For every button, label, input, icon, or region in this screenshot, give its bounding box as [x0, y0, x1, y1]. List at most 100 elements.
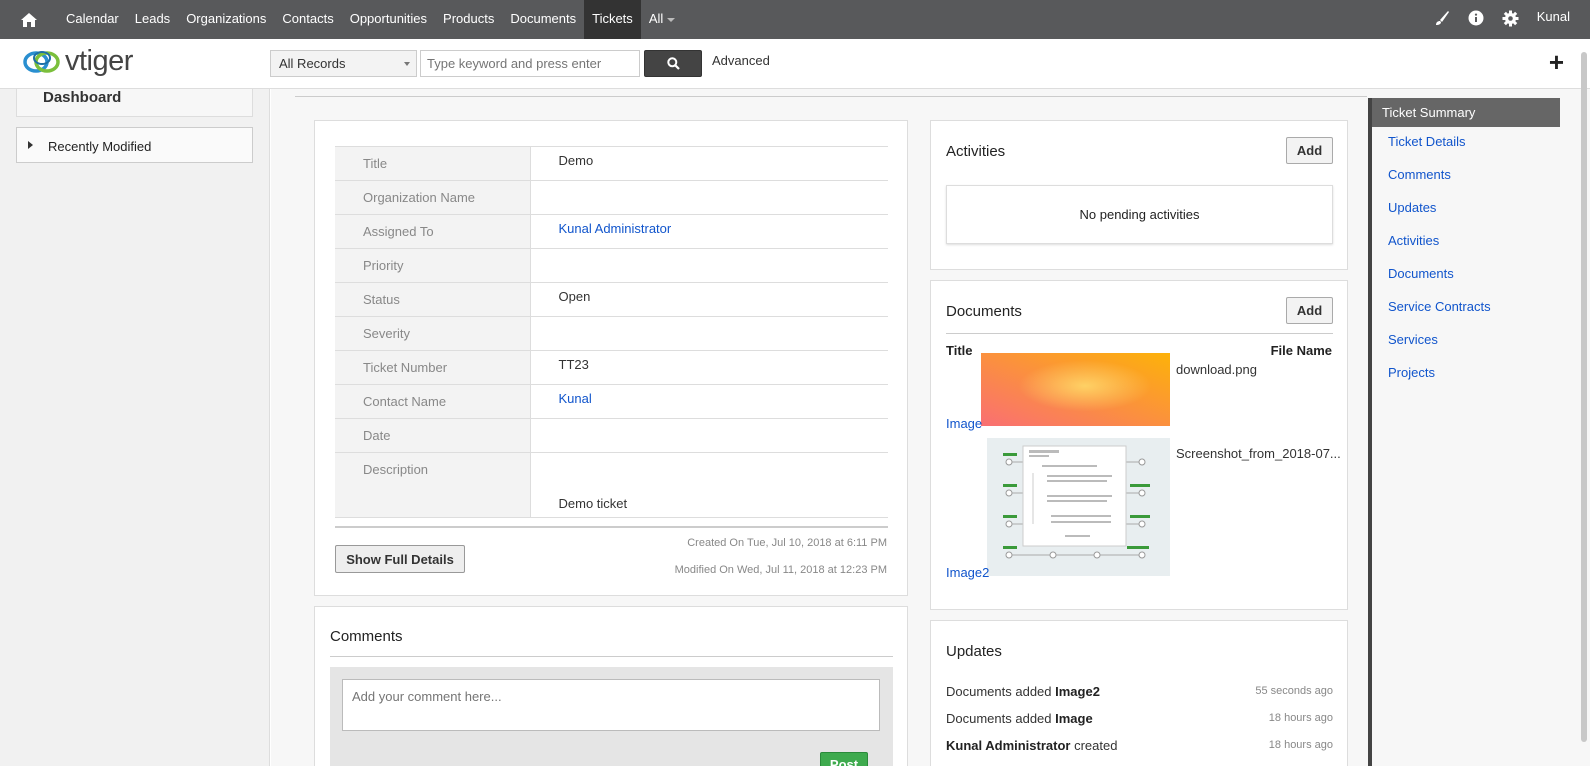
add-document-button[interactable]: Add: [1286, 297, 1333, 324]
search-scope-select[interactable]: All Records: [270, 50, 417, 77]
post-comment-button[interactable]: Post: [820, 752, 868, 766]
nav-contacts[interactable]: Contacts: [274, 0, 341, 39]
top-right-tools: Kunal: [1434, 0, 1570, 39]
field-value: Open: [558, 289, 591, 304]
divider: [295, 96, 1367, 97]
chevron-down-icon: [667, 17, 676, 22]
sidebar-item-service-contracts[interactable]: Service Contracts: [1388, 299, 1491, 314]
comments-card: Comments Post: [314, 606, 908, 766]
quick-create-plus-icon[interactable]: +: [1549, 49, 1564, 75]
chevron-down-icon: [404, 62, 410, 66]
table-row: Organization Name: [335, 180, 888, 215]
update-subject: Image2: [1055, 684, 1100, 699]
field-label: Contact Name: [335, 384, 531, 419]
modified-on-text: Modified On Wed, Jul 11, 2018 at 12:23 P…: [674, 564, 887, 576]
info-icon[interactable]: [1468, 10, 1484, 29]
documents-title: Documents: [946, 303, 1022, 320]
assigned-to-link[interactable]: Kunal Administrator: [559, 221, 672, 236]
update-item: Documents added Image2 55 seconds ago: [946, 684, 1333, 699]
ticket-summary-sidebar: Ticket Summary Ticket Details Comments U…: [1368, 98, 1560, 766]
field-value: [530, 249, 888, 283]
search-input[interactable]: [420, 50, 640, 77]
field-label: Severity: [335, 316, 531, 351]
created-on-text: Created On Tue, Jul 10, 2018 at 6:11 PM: [687, 537, 887, 549]
home-icon[interactable]: [0, 0, 58, 39]
nav-all-label: All: [648, 11, 664, 26]
document-thumbnail-gradient[interactable]: [981, 353, 1170, 426]
nav-leads[interactable]: Leads: [127, 0, 178, 39]
divider: [946, 333, 1333, 334]
column-header-file-name: File Name: [1270, 343, 1332, 358]
table-row: Title Demo: [335, 146, 888, 181]
table-row: Description Demo ticket: [335, 452, 888, 518]
page-scrollbar[interactable]: [1581, 52, 1587, 742]
user-menu[interactable]: Kunal: [1537, 9, 1570, 24]
nav-opportunities[interactable]: Opportunities: [342, 0, 435, 39]
sidebar-item-comments[interactable]: Comments: [1388, 167, 1451, 182]
updates-card: Updates Documents added Image2 55 second…: [930, 620, 1348, 766]
activities-card: Activities Add No pending activities: [930, 120, 1348, 270]
caret-right-icon: [28, 141, 33, 149]
nav-products[interactable]: Products: [435, 0, 502, 39]
document-thumbnail-screenshot[interactable]: [987, 438, 1170, 576]
vtiger-logo[interactable]: vtiger: [22, 45, 133, 78]
update-time: 55 seconds ago: [1255, 685, 1333, 697]
field-label: Ticket Number: [335, 350, 531, 385]
advanced-search-link[interactable]: Advanced: [712, 53, 770, 68]
column-header-title: Title: [946, 343, 973, 358]
divider: [330, 656, 893, 657]
document-file-name: Screenshot_from_2018-07...: [1176, 446, 1341, 461]
field-value: [530, 317, 888, 351]
sidebar-item-activities[interactable]: Activities: [1388, 233, 1439, 248]
gear-icon[interactable]: [1502, 10, 1519, 30]
field-value: [530, 181, 888, 215]
field-label: Description: [335, 452, 531, 518]
update-item: Documents added Image 18 hours ago: [946, 711, 1333, 726]
header-bar: vtiger All Records Advanced +: [0, 39, 1590, 89]
contact-name-link[interactable]: Kunal: [559, 391, 592, 406]
nav-calendar[interactable]: Calendar: [58, 0, 127, 39]
comments-title: Comments: [330, 628, 403, 645]
dashboard-label: Dashboard: [43, 89, 122, 106]
field-label: Status: [335, 282, 531, 317]
left-sidebar: Dashboard Recently Modified: [0, 89, 270, 766]
top-navigation-bar: Calendar Leads Organizations Contacts Op…: [0, 0, 1590, 39]
search-scope-value: All Records: [279, 56, 346, 71]
add-activity-button[interactable]: Add: [1286, 137, 1333, 164]
nav-all-menu[interactable]: All: [641, 0, 683, 39]
search-button[interactable]: [644, 50, 702, 77]
comment-compose-area: Post: [330, 667, 893, 766]
table-row: Date: [335, 418, 888, 453]
update-suffix: created: [1070, 738, 1118, 753]
update-text: Documents added: [946, 711, 1056, 726]
field-value: TT23: [558, 357, 589, 372]
search-icon: [666, 57, 680, 70]
table-row: Assigned To Kunal Administrator: [335, 214, 888, 249]
nav-tickets[interactable]: Tickets: [584, 0, 641, 39]
sidebar-item-ticket-details[interactable]: Ticket Details: [1388, 134, 1466, 149]
document-title-link[interactable]: Image2: [946, 565, 989, 580]
sidebar-item-projects[interactable]: Projects: [1388, 365, 1435, 380]
dashboard-panel: Dashboard: [16, 89, 253, 117]
show-full-details-button[interactable]: Show Full Details: [335, 545, 465, 573]
recently-modified-toggle[interactable]: Recently Modified: [16, 127, 253, 163]
field-label: Priority: [335, 248, 531, 283]
sidebar-item-updates[interactable]: Updates: [1388, 200, 1436, 215]
logo-text: vtiger: [65, 45, 133, 77]
sidebar-item-services[interactable]: Services: [1388, 332, 1438, 347]
document-title-link[interactable]: Image: [946, 416, 982, 431]
logo-swirl-icon: [23, 50, 60, 73]
table-row: Contact Name Kunal: [335, 384, 888, 419]
update-subject: Kunal Administrator: [946, 738, 1071, 753]
document-file-name: download.png: [1176, 362, 1257, 377]
divider: [335, 526, 888, 528]
comment-input[interactable]: [342, 679, 880, 731]
nav-documents[interactable]: Documents: [502, 0, 584, 39]
table-row: Priority: [335, 248, 888, 283]
brush-icon[interactable]: [1434, 10, 1450, 29]
table-row: Severity: [335, 316, 888, 351]
ticket-summary-tab[interactable]: Ticket Summary: [1372, 98, 1560, 127]
table-row: Status Open: [335, 282, 888, 317]
sidebar-item-documents[interactable]: Documents: [1388, 266, 1454, 281]
nav-organizations[interactable]: Organizations: [178, 0, 274, 39]
